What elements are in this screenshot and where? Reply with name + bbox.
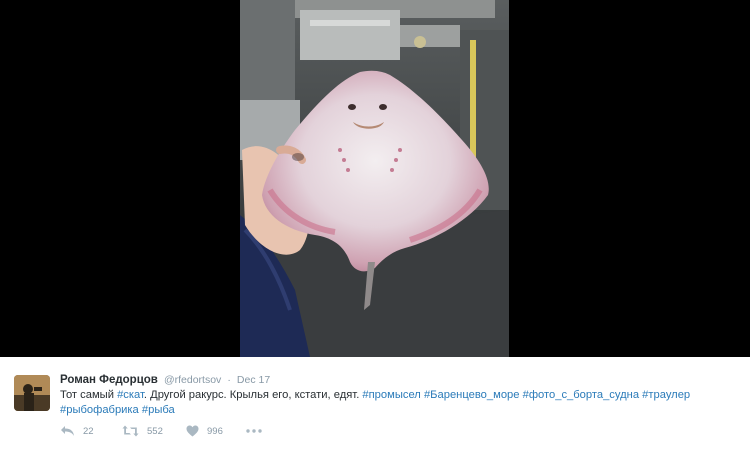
separator: · bbox=[227, 374, 231, 386]
more-button[interactable] bbox=[246, 423, 270, 439]
retweet-icon bbox=[122, 425, 139, 437]
hashtag-link[interactable]: #Баренцево_море bbox=[424, 389, 520, 401]
tweet-text: Тот самый #скат. Другой ракурс. Крылья е… bbox=[60, 388, 730, 417]
avatar[interactable] bbox=[14, 375, 50, 411]
tweet-card: Роман Федорцов @rfedortsov · Dec 17 Тот … bbox=[0, 357, 750, 457]
tweet-timestamp[interactable]: Dec 17 bbox=[237, 374, 270, 386]
tweet-photo[interactable] bbox=[240, 0, 509, 357]
reply-icon bbox=[61, 426, 74, 436]
reply-button[interactable]: 22 bbox=[60, 423, 122, 439]
reply-count: 22 bbox=[83, 425, 94, 437]
like-count: 996 bbox=[207, 425, 223, 437]
text-part: Тот самый bbox=[60, 389, 118, 401]
hashtag-link[interactable]: #скат bbox=[117, 389, 144, 401]
heart-icon bbox=[186, 425, 199, 437]
more-dots-icon bbox=[246, 429, 262, 433]
author-username[interactable]: @rfedortsov bbox=[164, 374, 221, 386]
hashtag-link[interactable]: #траулер bbox=[642, 389, 690, 401]
text-part: . Другой ракурс. Крылья его, кстати, едя… bbox=[143, 389, 363, 401]
retweet-button[interactable]: 552 bbox=[122, 423, 186, 439]
hashtag-link[interactable]: #рыба bbox=[142, 404, 175, 416]
retweet-count: 552 bbox=[147, 425, 163, 437]
like-button[interactable]: 996 bbox=[186, 423, 246, 439]
tweet-actions: 22 552 996 bbox=[60, 423, 270, 439]
hashtag-link[interactable]: #рыбофабрика bbox=[60, 404, 139, 416]
hashtag-link[interactable]: #промысел bbox=[362, 389, 420, 401]
author-name[interactable]: Роман Федорцов bbox=[60, 374, 158, 386]
tweet-header: Роман Федорцов @rfedortsov · Dec 17 bbox=[60, 373, 270, 387]
hashtag-link[interactable]: #фото_с_борта_судна bbox=[523, 389, 639, 401]
media-viewer bbox=[0, 0, 750, 357]
